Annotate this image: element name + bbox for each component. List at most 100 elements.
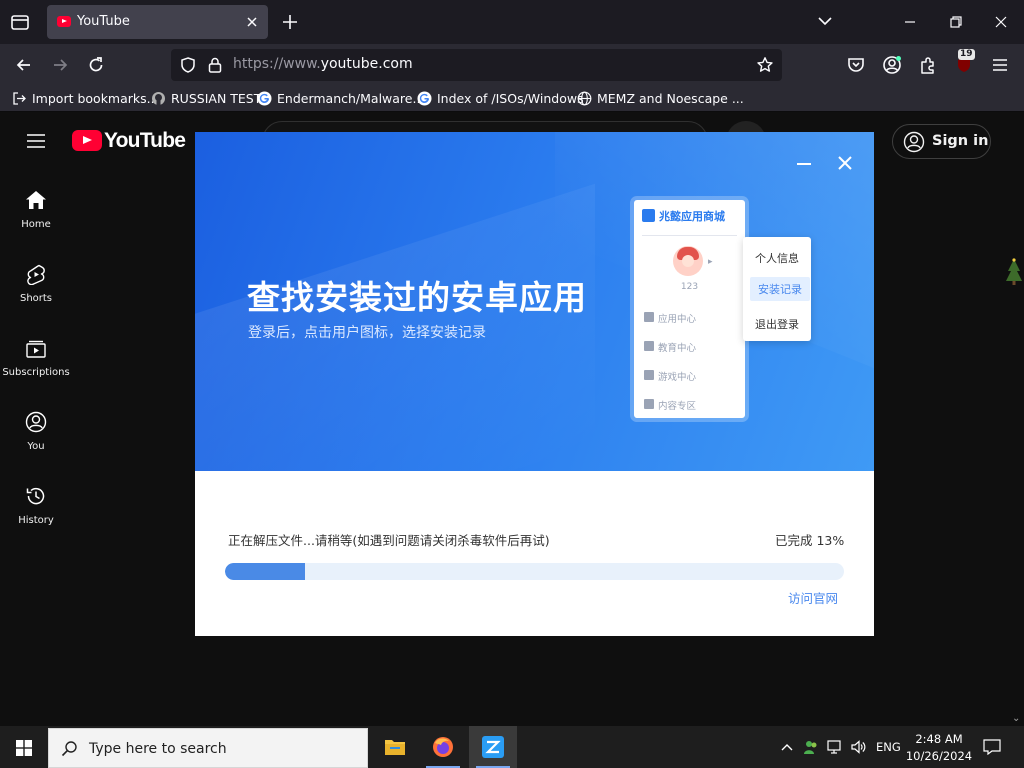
- lock-icon[interactable]: [207, 56, 223, 74]
- tab-youtube[interactable]: YouTube: [47, 5, 268, 39]
- history-icon: [25, 485, 47, 507]
- bookmark-label: Import bookmarks...: [32, 91, 159, 106]
- app-store-icon: [482, 736, 504, 758]
- address-bar[interactable]: https://www.youtube.com: [171, 49, 782, 81]
- sidebar-item-label: You: [27, 441, 45, 452]
- taskbar-installer-app[interactable]: [469, 726, 517, 768]
- tab-list-button[interactable]: [8, 10, 32, 34]
- app-store-logo-icon: [642, 209, 655, 222]
- pocket-icon[interactable]: [846, 55, 866, 75]
- subscriptions-icon: [25, 337, 47, 359]
- sidebar-item-label: Subscriptions: [2, 367, 70, 378]
- scroll-down-chevron-icon[interactable]: ⌄: [1012, 713, 1020, 724]
- url-prefix: https://www.: [233, 56, 321, 72]
- search-placeholder: Type here to search: [89, 741, 227, 757]
- guide-menu-icon[interactable]: [26, 133, 46, 149]
- list-all-tabs-chevron-icon[interactable]: [816, 14, 834, 28]
- sidebar-item-label: History: [18, 515, 54, 526]
- shorts-icon: [25, 263, 47, 285]
- you-icon: [25, 411, 47, 433]
- github-icon: [151, 91, 166, 106]
- globe-icon: [577, 91, 592, 106]
- tracking-protection-shield-icon[interactable]: [179, 56, 197, 74]
- taskbar-search-box[interactable]: Type here to search: [48, 728, 368, 768]
- bookmark-label: Endermanch/Malware...: [277, 91, 425, 106]
- reload-icon[interactable]: [86, 55, 106, 75]
- youtube-favicon-icon: [57, 16, 71, 27]
- bookmark-star-icon[interactable]: [756, 56, 774, 74]
- url-text: https://www.youtube.com: [233, 56, 413, 72]
- avatar-icon: [673, 246, 703, 276]
- banner-headline: 查找安装过的安卓应用: [247, 278, 587, 317]
- mockup-popup-item: 个人信息: [755, 252, 799, 265]
- network-icon[interactable]: [827, 739, 843, 755]
- youtube-logo-icon[interactable]: [72, 130, 102, 151]
- bookmark-label: RUSSIAN TEST: [171, 91, 262, 106]
- google-icon: [257, 91, 272, 106]
- bookmark-label: Index of /ISOs/Windows: [437, 91, 584, 106]
- mockup-divider: [642, 235, 737, 236]
- extension-count-badge: 19: [958, 49, 975, 60]
- mockup-menu-item: 内容专区: [644, 398, 697, 412]
- navigation-toolbar: https://www.youtube.com: [0, 44, 1024, 86]
- url-host: youtube.com: [320, 56, 413, 72]
- progress-bar-fill: [225, 563, 305, 580]
- account-icon[interactable]: [882, 55, 902, 75]
- education-icon: [644, 341, 654, 351]
- user-circle-icon: [903, 131, 925, 153]
- youtube-wordmark[interactable]: YouTube: [104, 129, 186, 153]
- mockup-popup-item: 退出登录: [755, 318, 799, 331]
- sidebar-item-home[interactable]: Home: [0, 189, 72, 249]
- dialog-close-icon[interactable]: [836, 154, 854, 172]
- clock-time[interactable]: 2:48 AM: [912, 732, 966, 746]
- clock-date[interactable]: 10/26/2024: [905, 749, 973, 763]
- mockup-menu-item: 教育中心: [644, 340, 696, 354]
- window-close-button[interactable]: [991, 12, 1011, 32]
- app-store-mockup: 兆懿应用商城 ▸ 123 应用中心 教育中心 游戏中心 内容专区: [634, 200, 745, 418]
- taskbar-file-explorer[interactable]: [371, 726, 419, 768]
- installer-dialog: 查找安装过的安卓应用 登录后，点击用户图标，选择安装记录 兆懿应用商城 ▸ 12…: [195, 132, 874, 636]
- progress-status-text: 正在解压文件...请稍等(如遇到问题请关闭杀毒软件后再试): [228, 533, 550, 548]
- sign-in-label: Sign in: [932, 133, 989, 149]
- window-minimize-button[interactable]: [900, 12, 920, 32]
- banner-subline: 登录后，点击用户图标，选择安装记录: [248, 325, 486, 341]
- new-tab-button[interactable]: [280, 12, 300, 32]
- sidebar-item-you[interactable]: You: [0, 411, 72, 471]
- mockup-menu-label: 应用中心: [658, 314, 697, 325]
- sidebar-item-history[interactable]: History: [0, 485, 72, 545]
- dialog-minimize-icon[interactable]: [795, 154, 813, 172]
- grid-icon: [644, 312, 654, 322]
- mockup-menu-label: 游戏中心: [658, 372, 697, 383]
- mockup-popup-menu: 个人信息 安装记录 退出登录: [743, 237, 811, 341]
- sidebar-item-label: Home: [21, 219, 51, 230]
- sidebar-item-subscriptions[interactable]: Subscriptions: [0, 337, 72, 397]
- back-arrow-icon[interactable]: [14, 55, 34, 75]
- firefox-icon: [433, 737, 453, 757]
- search-icon: [61, 740, 78, 757]
- gamepad-icon: [644, 370, 654, 380]
- forward-arrow-icon[interactable]: [50, 55, 70, 75]
- window-restore-button[interactable]: [946, 12, 966, 32]
- tab-close-icon[interactable]: [244, 14, 260, 30]
- app-menu-hamburger-icon[interactable]: [990, 55, 1010, 75]
- tab-title: YouTube: [77, 14, 130, 29]
- taskbar-firefox[interactable]: [419, 726, 467, 768]
- bookmarks-toolbar: Import bookmarks... RUSSIAN TEST Enderma…: [0, 86, 1024, 112]
- input-language-indicator[interactable]: ENG: [876, 740, 901, 754]
- document-icon: [644, 399, 654, 409]
- bookmark-label: MEMZ and Noescape ...: [597, 91, 744, 106]
- mockup-menu-item: 应用中心: [644, 311, 697, 325]
- extensions-puzzle-icon[interactable]: [918, 55, 938, 75]
- sign-in-button[interactable]: Sign in: [892, 124, 991, 159]
- notifications-icon[interactable]: [983, 739, 1001, 755]
- mockup-menu-item: 游戏中心: [644, 369, 697, 383]
- mockup-menu-label: 内容专区: [658, 401, 697, 412]
- visit-official-site-link[interactable]: 访问官网: [788, 588, 838, 607]
- volume-icon[interactable]: [850, 739, 866, 755]
- show-hidden-icons-chevron-icon[interactable]: [779, 739, 795, 755]
- sidebar-item-shorts[interactable]: Shorts: [0, 263, 72, 323]
- start-button[interactable]: [0, 726, 48, 768]
- google-icon: [417, 91, 432, 106]
- mockup-title: 兆懿应用商城: [659, 210, 725, 223]
- people-icon[interactable]: [803, 739, 819, 755]
